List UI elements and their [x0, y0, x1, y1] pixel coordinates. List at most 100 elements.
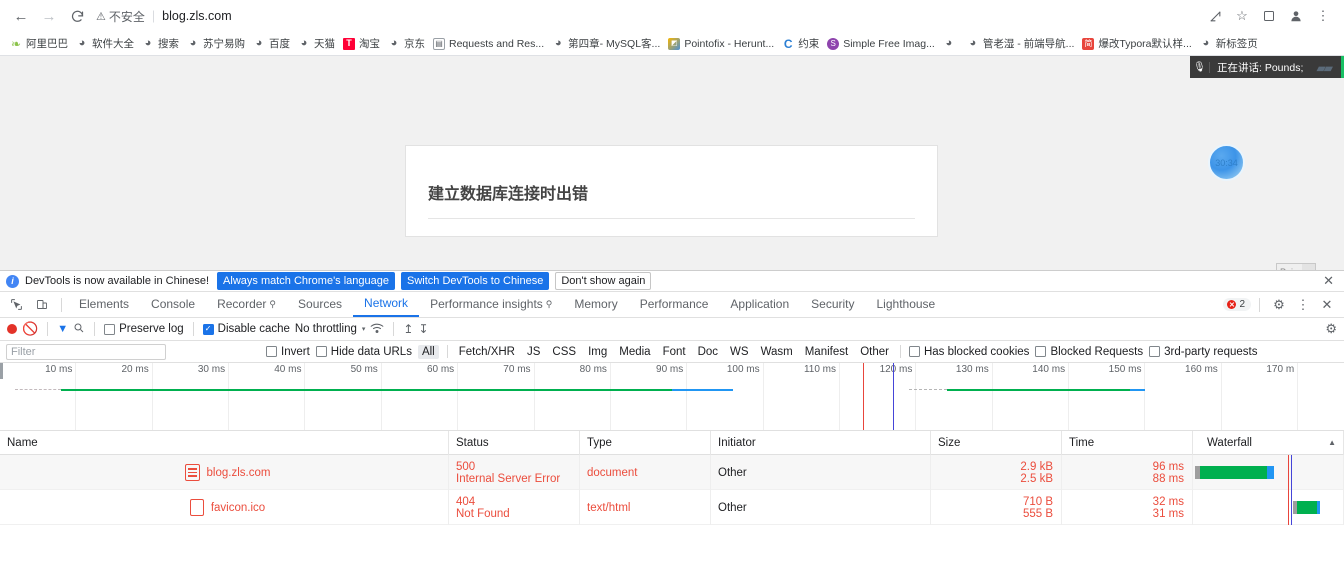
bookmark-item[interactable]: ◕百度 [249, 34, 294, 53]
microphone-icon[interactable]: 🎙 [1190, 62, 1210, 73]
import-har-icon[interactable]: ↥ [403, 322, 413, 336]
address-bar[interactable]: ⚠ 不安全 | blog.zls.com [96, 4, 1202, 28]
waterfall-bar-receive [1317, 501, 1320, 514]
bookmark-item[interactable]: ▤Requests and Res... [429, 36, 548, 52]
tab-memory[interactable]: Memory [563, 292, 628, 317]
dont-show-again-button[interactable]: Don't show again [555, 272, 651, 290]
site-security-indicator[interactable]: ⚠ 不安全 [96, 8, 145, 25]
filter-input[interactable]: Filter [6, 344, 166, 360]
hide-data-urls-checkbox[interactable]: Hide data URLs [316, 346, 412, 358]
filter-type-ws[interactable]: WS [727, 346, 752, 358]
preserve-log-checkbox[interactable]: Preserve log [104, 323, 184, 335]
bookmark-item[interactable]: ❧阿里巴巴 [6, 34, 72, 53]
filter-type-other[interactable]: Other [857, 346, 892, 358]
close-devtools-icon[interactable]: ✕ [1316, 294, 1338, 316]
column-header-time[interactable]: Time [1062, 431, 1193, 455]
chevron-down-icon[interactable]: ▾ [1302, 264, 1315, 270]
bookmark-item[interactable]: C约束 [778, 34, 823, 53]
close-icon[interactable]: ✕ [1323, 273, 1338, 289]
table-row[interactable]: blog.zls.com 500 Internal Server Error d… [0, 455, 1344, 490]
column-header-initiator[interactable]: Initiator [711, 431, 931, 455]
chevron-down-icon[interactable]: ▾ [362, 325, 366, 333]
chrome-menu-icon[interactable]: ⋮ [1310, 3, 1336, 29]
clear-icon[interactable]: 🚫 [22, 321, 38, 337]
gear-icon[interactable]: ⚙ [1268, 294, 1290, 316]
sort-ascending-icon: ▲ [1328, 431, 1336, 455]
column-header-type[interactable]: Type [580, 431, 711, 455]
bookmark-item[interactable]: ◕苏宁易购 [183, 34, 249, 53]
blocked-requests-checkbox[interactable]: Blocked Requests [1035, 346, 1143, 358]
bookmark-item[interactable]: SSimple Free Imag... [823, 36, 939, 52]
filter-type-wasm[interactable]: Wasm [758, 346, 796, 358]
always-match-language-button[interactable]: Always match Chrome's language [217, 272, 395, 290]
timer-bubble[interactable]: 30:34 [1208, 144, 1245, 181]
cell-name[interactable]: blog.zls.com [0, 455, 449, 490]
network-overview-timeline[interactable]: 10 ms20 ms30 ms40 ms50 ms60 ms70 ms80 ms… [0, 363, 1344, 431]
cell-waterfall[interactable] [1193, 490, 1344, 525]
cell-waterfall[interactable] [1193, 455, 1344, 490]
tab-console[interactable]: Console [140, 292, 206, 317]
bookmark-item[interactable]: ◕第四章- MySQL客... [548, 34, 664, 53]
record-icon[interactable] [7, 324, 17, 334]
tab-elements[interactable]: Elements [68, 292, 140, 317]
window-icon[interactable] [1256, 3, 1282, 29]
tab-network[interactable]: Network [353, 292, 419, 317]
back-icon[interactable]: ← [8, 3, 34, 29]
third-party-requests-checkbox[interactable]: 3rd-party requests [1149, 346, 1257, 358]
bookmark-item[interactable]: ◕京东 [384, 34, 429, 53]
reload-icon[interactable] [64, 3, 90, 29]
forward-icon[interactable]: → [36, 3, 62, 29]
bookmark-item[interactable]: ◕软件大全 [72, 34, 138, 53]
tab-performance-insights[interactable]: Performance insights⚲ [419, 292, 563, 317]
throttling-select[interactable]: No throttling [295, 323, 357, 335]
filter-type-fetch-xhr[interactable]: Fetch/XHR [456, 346, 518, 358]
tab-sources[interactable]: Sources [287, 292, 353, 317]
filter-type-doc[interactable]: Doc [695, 346, 721, 358]
table-row[interactable]: favicon.ico 404 Not Found text/html Othe… [0, 490, 1344, 525]
switch-to-chinese-button[interactable]: Switch DevTools to Chinese [401, 272, 549, 290]
filter-type-img[interactable]: Img [585, 346, 610, 358]
bookmark-item[interactable]: ◕天猫 [294, 34, 339, 53]
error-count-badge[interactable]: ✕ 2 [1223, 298, 1251, 311]
share-icon[interactable] [1202, 3, 1228, 29]
filter-type-manifest[interactable]: Manifest [802, 346, 851, 358]
bookmark-item[interactable]: ◩Pointofix - Herunt... [664, 36, 778, 52]
more-options-icon[interactable]: ⋮ [1292, 294, 1314, 316]
has-blocked-cookies-checkbox[interactable]: Has blocked cookies [909, 346, 1029, 358]
bookmark-item[interactable]: ◕管老湿 - 前端导航... [963, 34, 1079, 53]
device-toolbar-icon[interactable] [29, 293, 55, 317]
bookmark-item[interactable]: ◕ [939, 36, 963, 52]
column-header-size[interactable]: Size [931, 431, 1062, 455]
bookmark-label: Pointofix - Herunt... [684, 38, 774, 50]
filter-type-media[interactable]: Media [616, 346, 653, 358]
tab-security[interactable]: Security [800, 292, 865, 317]
bookmark-item[interactable]: 简爆改Typora默认样... [1078, 34, 1195, 53]
filter-type-all[interactable]: All [418, 345, 439, 359]
invert-checkbox[interactable]: Invert [266, 346, 310, 358]
bookmark-item[interactable]: ◕新标签页 [1196, 34, 1262, 53]
poi-select[interactable]: Poi... ▾ [1276, 263, 1316, 270]
disable-cache-checkbox[interactable]: ✓ Disable cache [203, 323, 290, 335]
tab-lighthouse[interactable]: Lighthouse [866, 292, 947, 317]
bookmark-item[interactable]: T淘宝 [339, 34, 384, 53]
tab-recorder[interactable]: Recorder⚲ [206, 292, 287, 317]
filter-type-css[interactable]: CSS [549, 346, 579, 358]
filter-icon[interactable]: ▼ [57, 323, 68, 335]
tab-performance[interactable]: Performance [629, 292, 720, 317]
column-header-status[interactable]: Status [449, 431, 580, 455]
column-header-waterfall[interactable]: Waterfall ▲ [1193, 431, 1344, 455]
bookmark-star-icon[interactable]: ☆ [1229, 3, 1255, 29]
cell-name[interactable]: favicon.ico [0, 490, 449, 525]
inspect-element-icon[interactable] [3, 293, 29, 317]
tab-label: Lighthouse [877, 292, 936, 317]
filter-type-js[interactable]: JS [524, 346, 543, 358]
search-icon[interactable] [73, 322, 85, 337]
export-har-icon[interactable]: ↧ [418, 322, 428, 336]
network-settings-gear-icon[interactable]: ⚙ [1325, 321, 1337, 337]
filter-type-font[interactable]: Font [660, 346, 689, 358]
profile-avatar-icon[interactable] [1283, 3, 1309, 29]
tab-application[interactable]: Application [719, 292, 800, 317]
bookmark-item[interactable]: ◕搜索 [138, 34, 183, 53]
column-header-name[interactable]: Name [0, 431, 449, 455]
network-conditions-icon[interactable] [370, 322, 384, 337]
